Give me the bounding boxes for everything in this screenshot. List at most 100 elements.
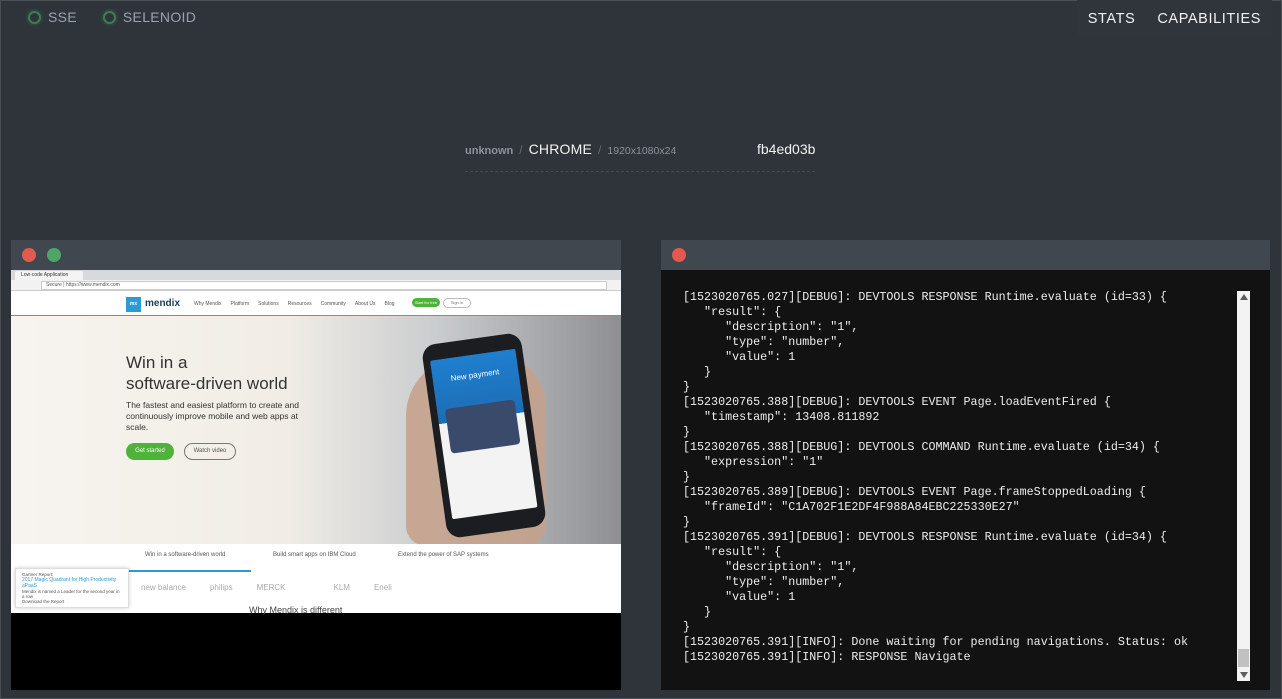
log-line: [1523020765.391][DEBUG]: DEVTOOLS RESPON…	[683, 530, 1167, 544]
remote-headline: Win in a software-driven world	[126, 352, 288, 394]
remote-menu-item[interactable]: Community	[321, 301, 346, 307]
remote-addressbar: Secure | https://www.mendix.com	[11, 280, 621, 291]
close-session-icon[interactable]	[22, 248, 36, 262]
customer-logo: MERCK	[256, 583, 286, 592]
log-line: [1523020765.391][INFO]: Done waiting for…	[683, 635, 1188, 649]
log-line: [1523020765.388][DEBUG]: DEVTOOLS COMMAN…	[683, 440, 1160, 454]
log-line: }	[683, 470, 691, 484]
logs-panel-header	[661, 240, 1270, 270]
session-browser: CHROME	[528, 141, 593, 157]
log-line: [1523020765.388][DEBUG]: DEVTOOLS EVENT …	[683, 395, 1111, 409]
log-line: "timestamp": 13408.811892	[683, 410, 880, 424]
remote-hero-tab[interactable]: Build smart apps on IBM Cloud	[273, 552, 356, 558]
remote-subtext: The fastest and easiest platform to crea…	[126, 400, 299, 432]
remote-menu-item[interactable]: Resources	[288, 301, 312, 307]
phone-screen: New payment	[430, 348, 538, 520]
remote-cta-button[interactable]: Start for free	[412, 298, 440, 307]
scroll-up-arrow-icon[interactable]	[1240, 294, 1248, 300]
remote-site-nav: mx mendix Why Mendix Platform Solutions …	[11, 291, 621, 317]
popup-action[interactable]: Download the Report	[22, 599, 122, 604]
log-line: "result": {	[683, 545, 782, 559]
nav-capabilities-link[interactable]: CAPABILITIES	[1146, 0, 1272, 36]
popup-link[interactable]: 2017 Magic Quadrant for High Productivit…	[22, 577, 122, 589]
log-line: [1523020765.389][DEBUG]: DEVTOOLS EVENT …	[683, 485, 1146, 499]
status-selenoid: SELENOID	[102, 9, 197, 25]
remote-menu: Why Mendix Platform Solutions Resources …	[194, 301, 395, 307]
popup-body: Mendix is named a Leader for the second …	[22, 589, 120, 599]
separator: /	[519, 143, 523, 157]
remote-section-heading: Why Mendix is different	[249, 605, 343, 615]
log-line: "frameId": "C1A702F1E2DF4F988A84EBC22533…	[683, 500, 1020, 514]
scroll-thumb[interactable]	[1238, 649, 1249, 667]
remote-headline-line2: software-driven world	[126, 374, 288, 393]
remote-get-started-button[interactable]: Get started	[126, 443, 174, 460]
status-selenoid-label: SELENOID	[122, 9, 197, 25]
remote-tab-underline	[126, 570, 251, 572]
remote-hero-tab[interactable]: Win in a software-driven world	[145, 552, 225, 558]
log-scrollbar[interactable]	[1237, 291, 1250, 681]
mendix-logo-icon: mx	[126, 297, 141, 312]
vnc-panel-header	[11, 240, 621, 270]
customer-logo: philips	[209, 583, 233, 592]
log-line: }	[683, 380, 691, 394]
close-logs-icon[interactable]	[672, 248, 686, 262]
log-line: [1523020765.027][DEBUG]: DEVTOOLS RESPON…	[683, 290, 1167, 304]
top-navigation: STATS CAPABILITIES	[1076, 0, 1272, 36]
remote-browser[interactable]: Low-code Application Platform | Mendix S…	[11, 270, 621, 615]
customer-logo: Eneli	[373, 583, 392, 592]
remote-menu-item[interactable]: Blog	[385, 301, 395, 307]
status-sse-label: SSE	[48, 9, 77, 25]
log-line: [1523020765.391][INFO]: RESPONSE Navigat…	[683, 650, 971, 664]
status-sse: SSE	[28, 9, 77, 25]
remote-hero: Win in a software-driven world The faste…	[11, 316, 621, 544]
session-browser-info: unknown / CHROME / 1920x1080x24	[465, 141, 676, 157]
remote-hero-tabs: Win in a software-driven world Build sma…	[11, 544, 621, 564]
logs-panel: [1523020765.027][DEBUG]: DEVTOOLS RESPON…	[661, 240, 1270, 690]
remote-url[interactable]: Secure | https://www.mendix.com	[41, 281, 607, 290]
remote-tabbar: Low-code Application Platform | Mendix	[11, 270, 621, 287]
vnc-screen[interactable]: Low-code Application Platform | Mendix S…	[11, 270, 621, 690]
log-area: [1523020765.027][DEBUG]: DEVTOOLS RESPON…	[661, 270, 1270, 690]
credit-card-icon	[444, 399, 521, 454]
session-user: unknown	[465, 145, 514, 157]
log-line: "value": 1	[683, 350, 796, 364]
remote-gartner-popup[interactable]: Gartner Report: 2017 Magic Quadrant for …	[15, 568, 129, 608]
mendix-brand: mendix	[145, 298, 181, 309]
remote-hero-tab[interactable]: Extend the power of SAP systems	[398, 552, 489, 558]
vnc-panel: Low-code Application Platform | Mendix S…	[11, 240, 621, 690]
log-line: }	[683, 365, 712, 379]
remote-menu-item[interactable]: Why Mendix	[194, 301, 222, 307]
remote-menu-item[interactable]: Solutions	[258, 301, 279, 307]
status-dot-icon	[102, 10, 116, 24]
log-line: "expression": "1"	[683, 455, 824, 469]
status-bar: SSE SELENOID	[28, 9, 196, 25]
remote-menu-item[interactable]: About Us	[355, 301, 376, 307]
fullscreen-icon[interactable]	[47, 248, 61, 262]
log-line: "description": "1",	[683, 560, 859, 574]
customer-logo: new balance	[141, 583, 186, 592]
log-output[interactable]: [1523020765.027][DEBUG]: DEVTOOLS RESPON…	[683, 290, 1233, 670]
remote-headline-line1: Win in a	[126, 353, 188, 372]
session-header: unknown / CHROME / 1920x1080x24 fb4ed03b	[465, 141, 815, 172]
session-resolution: 1920x1080x24	[607, 145, 677, 157]
log-line: "description": "1",	[683, 320, 859, 334]
scroll-down-arrow-icon[interactable]	[1240, 672, 1248, 678]
remote-signin-button[interactable]: Sign In	[443, 298, 471, 308]
session-id: fb4ed03b	[757, 141, 816, 157]
remote-tab[interactable]: Low-code Application Platform | Mendix	[15, 271, 83, 287]
customer-logo: KLM	[333, 583, 350, 592]
remote-customer-logos: new balance philips MERCK KLM Eneli	[141, 583, 392, 592]
phone-title: New payment	[450, 367, 500, 384]
remote-watch-video-button[interactable]: Watch video	[184, 443, 236, 460]
log-line: "type": "number",	[683, 335, 845, 349]
log-line: "type": "number",	[683, 575, 845, 589]
nav-stats-link[interactable]: STATS	[1076, 0, 1147, 36]
log-line: }	[683, 605, 712, 619]
status-dot-icon	[28, 10, 41, 24]
log-line: "result": {	[683, 305, 782, 319]
remote-menu-item[interactable]: Platform	[231, 301, 250, 307]
log-line: }	[683, 515, 691, 529]
log-line: }	[683, 425, 691, 439]
log-line: "value": 1	[683, 590, 796, 604]
log-line: }	[683, 620, 691, 634]
